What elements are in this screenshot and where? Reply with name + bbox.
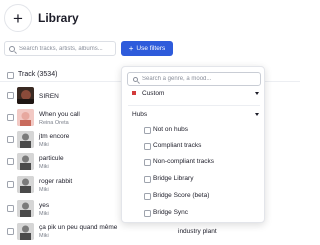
use-filters-button[interactable]: + Use filters [121, 41, 173, 56]
track-extra-info: industry plant [178, 228, 217, 235]
option-checkbox[interactable] [144, 193, 151, 200]
track-cover [17, 109, 34, 126]
filter-option-non-compliant[interactable]: Non-compliant tracks [122, 156, 264, 168]
add-button[interactable]: + [4, 4, 32, 32]
plus-icon: + [13, 8, 23, 28]
row-checkbox[interactable] [7, 228, 14, 235]
filter-option-bridge-sync[interactable]: Bridge Sync [122, 207, 264, 219]
track-artist: Miki [39, 187, 49, 193]
divider [128, 105, 260, 106]
track-title: jtm encore [39, 133, 70, 140]
search-bar[interactable] [4, 41, 116, 56]
track-cover [17, 87, 34, 104]
filter-option-bridge-score[interactable]: Bridge Score (beta) [122, 190, 264, 202]
option-label: Not on hubs [153, 126, 189, 133]
track-artist: Miki [39, 164, 49, 170]
row-checkbox[interactable] [7, 92, 14, 99]
use-filters-label: Use filters [136, 45, 166, 52]
option-checkbox[interactable] [144, 127, 151, 134]
track-title: SIREN [39, 93, 59, 100]
track-title: roger rabbit [39, 178, 73, 185]
search-input[interactable] [19, 45, 115, 52]
filter-option-compliant[interactable]: Compliant tracks [122, 140, 264, 152]
track-title: particule [39, 155, 64, 162]
filter-option-bridge-library[interactable]: Bridge Library [122, 173, 264, 185]
search-icon [9, 45, 15, 52]
option-label: Non-compliant tracks [153, 158, 215, 165]
option-checkbox[interactable] [144, 210, 151, 217]
genre-search-bar[interactable] [127, 72, 261, 86]
genre-search-input[interactable] [142, 76, 260, 82]
custom-label: Custom [142, 90, 165, 97]
track-artist: Miki [39, 233, 49, 239]
search-icon [133, 76, 138, 82]
row-checkbox[interactable] [7, 136, 14, 143]
track-title: yes [39, 202, 50, 209]
chevron-down-icon [255, 113, 259, 116]
plus-icon: + [128, 43, 134, 53]
filters-dropdown: Custom Hubs Not on hubs Compliant tracks… [121, 66, 265, 223]
option-checkbox[interactable] [144, 143, 151, 150]
option-checkbox[interactable] [144, 159, 151, 166]
row-checkbox[interactable] [7, 114, 14, 121]
track-artist: Reina Oreta [39, 120, 69, 126]
flag-icon [132, 91, 136, 95]
track-title: When you call [39, 111, 80, 118]
chevron-down-icon [255, 92, 259, 95]
row-checkbox[interactable] [7, 158, 14, 165]
custom-section-toggle[interactable]: Custom [122, 88, 264, 100]
column-header-track[interactable]: Track (3534) [18, 71, 57, 78]
track-artist: Miki [39, 211, 49, 217]
select-all-checkbox[interactable] [7, 72, 14, 79]
track-cover [17, 200, 34, 217]
track-cover [17, 223, 34, 240]
row-checkbox[interactable] [7, 181, 14, 188]
option-label: Compliant tracks [153, 142, 202, 149]
track-artist: Miki [39, 142, 49, 148]
option-label: Bridge Library [153, 175, 194, 182]
track-cover [17, 153, 34, 170]
hubs-label: Hubs [132, 111, 148, 118]
track-title: ça pik un peu quand même [39, 224, 118, 231]
filter-option-not-on-hubs[interactable]: Not on hubs [122, 124, 264, 136]
page-title: Library [38, 11, 79, 25]
track-cover [17, 131, 34, 148]
option-label: Bridge Score (beta) [153, 192, 210, 199]
option-label: Bridge Sync [153, 209, 189, 216]
hubs-section-toggle[interactable]: Hubs [122, 109, 264, 121]
table-row[interactable]: ça pik un peu quand même Miki industry p… [0, 222, 300, 242]
option-checkbox[interactable] [144, 176, 151, 183]
track-cover [17, 176, 34, 193]
row-checkbox[interactable] [7, 205, 14, 212]
